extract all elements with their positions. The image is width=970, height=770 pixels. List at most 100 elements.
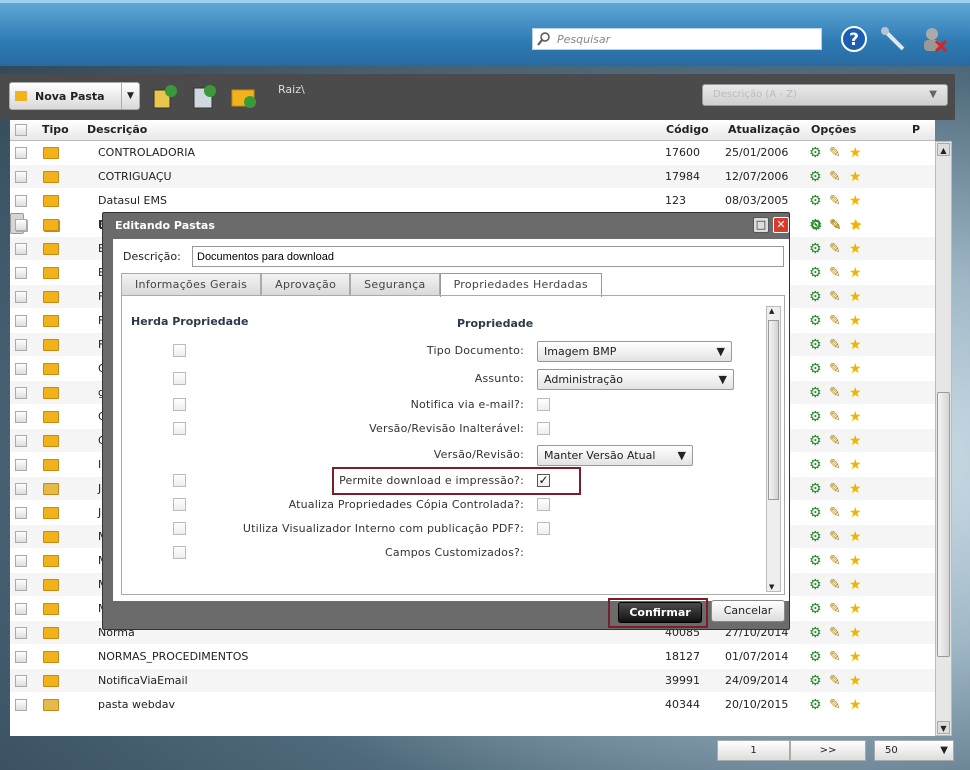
favorite-star-icon[interactable]: ★ — [849, 193, 865, 209]
favorite-star-icon[interactable]: ★ — [849, 241, 865, 257]
versao-inalteravel-checkbox[interactable] — [537, 422, 550, 435]
copy-document-icon[interactable] — [150, 82, 180, 112]
edit-icon[interactable]: ✎ — [829, 649, 845, 665]
description-input[interactable] — [192, 246, 784, 267]
edit-icon[interactable]: ✎ — [829, 169, 845, 185]
properties-icon[interactable]: ⚙ — [809, 265, 825, 281]
next-page-button[interactable]: >> — [790, 740, 866, 761]
tab-propriedades-herdadas[interactable]: Propriedades Herdadas — [439, 273, 602, 297]
col-atualizacao[interactable]: Atualização — [728, 123, 800, 136]
edit-icon[interactable]: ✎ — [829, 433, 845, 449]
tab-informacoes-gerais[interactable]: Informações Gerais — [121, 273, 262, 296]
edit-icon[interactable]: ✎ — [829, 337, 845, 353]
inherit-checkbox[interactable] — [173, 398, 186, 411]
inherit-checkbox[interactable] — [173, 546, 186, 559]
inherit-checkbox[interactable] — [173, 522, 186, 535]
table-row[interactable]: pasta webdav 40344 20/10/2015 ⚙ ✎ ★ — [10, 693, 935, 717]
scroll-down-arrow[interactable]: ▼ — [769, 583, 774, 591]
edit-icon[interactable]: ✎ — [829, 289, 845, 305]
cancel-button[interactable]: Cancelar — [711, 600, 785, 622]
tab-aprovacao[interactable]: Aprovação — [261, 273, 351, 296]
properties-icon[interactable]: ⚙ — [809, 313, 825, 329]
scroll-thumb[interactable] — [937, 392, 950, 657]
favorite-star-icon[interactable]: ★ — [849, 337, 865, 353]
inherit-checkbox[interactable] — [173, 474, 186, 487]
table-scrollbar[interactable]: ▲ ▼ — [935, 141, 952, 736]
row-checkbox[interactable] — [15, 579, 27, 591]
page-number[interactable]: 1 — [717, 740, 790, 761]
properties-icon[interactable]: ⚙ — [809, 361, 825, 377]
properties-icon[interactable]: ⚙ — [809, 649, 825, 665]
row-checkbox[interactable] — [15, 171, 27, 183]
favorite-star-icon[interactable]: ★ — [849, 649, 865, 665]
properties-icon[interactable]: ⚙ — [809, 697, 825, 713]
new-folder-button[interactable]: Nova Pasta ▼ — [9, 82, 140, 110]
settings-icon[interactable] — [879, 25, 907, 53]
col-descricao[interactable]: Descrição — [87, 123, 147, 136]
row-checkbox[interactable] — [15, 555, 27, 567]
favorite-star-icon[interactable]: ★ — [849, 625, 865, 641]
favorite-star-icon[interactable]: ★ — [849, 313, 865, 329]
order-select[interactable]: Descrição (A - Z) ▼ — [702, 84, 948, 106]
notifica-email-checkbox[interactable] — [537, 398, 550, 411]
row-checkbox[interactable] — [15, 531, 27, 543]
edit-icon[interactable]: ✎ — [829, 361, 845, 377]
tipo-documento-select[interactable]: Imagem BMP ▼ — [537, 341, 732, 362]
edit-icon[interactable]: ✎ — [829, 577, 845, 593]
edit-icon[interactable]: ✎ — [829, 625, 845, 641]
table-row[interactable]: NORMAS_PROCEDIMENTOS 18127 01/07/2014 ⚙ ✎ ★ — [10, 645, 935, 669]
scroll-thumb[interactable] — [768, 320, 779, 500]
row-checkbox[interactable] — [15, 411, 27, 423]
row-checkbox[interactable] — [15, 315, 27, 327]
properties-icon[interactable]: ⚙ — [809, 601, 825, 617]
select-all-checkbox[interactable] — [15, 124, 27, 136]
scroll-down-arrow[interactable]: ▼ — [937, 721, 950, 734]
row-description[interactable]: NORMAS_PROCEDIMENTOS — [98, 650, 248, 663]
close-icon[interactable]: ✕ — [773, 217, 789, 233]
edit-icon[interactable]: ✎ — [829, 409, 845, 425]
inherit-checkbox[interactable] — [173, 498, 186, 511]
properties-icon[interactable]: ⚙ — [809, 193, 825, 209]
favorite-star-icon[interactable]: ★ — [849, 433, 865, 449]
favorite-star-icon[interactable]: ★ — [849, 265, 865, 281]
visualizador-pdf-checkbox[interactable] — [537, 522, 550, 535]
favorite-star-icon[interactable]: ★ — [849, 169, 865, 185]
help-icon[interactable]: ? — [840, 25, 868, 53]
row-checkbox[interactable] — [15, 507, 27, 519]
inherit-checkbox[interactable] — [173, 422, 186, 435]
favorite-star-icon[interactable]: ★ — [849, 577, 865, 593]
panel-scrollbar[interactable]: ▲ ▼ — [766, 306, 781, 592]
row-description[interactable]: NotificaViaEmail — [98, 674, 188, 687]
properties-icon[interactable]: ⚙ — [809, 553, 825, 569]
row-checkbox[interactable] — [15, 243, 27, 255]
favorite-star-icon[interactable]: ★ — [849, 145, 865, 161]
properties-icon[interactable]: ⚙ — [809, 385, 825, 401]
breadcrumb[interactable]: Raiz\ — [278, 83, 305, 96]
row-checkbox[interactable] — [15, 291, 27, 303]
edit-icon[interactable]: ✎ — [829, 217, 845, 233]
scroll-up-arrow[interactable]: ▲ — [937, 143, 950, 156]
row-checkbox[interactable] — [15, 339, 27, 351]
properties-icon[interactable]: ⚙ — [809, 457, 825, 473]
edit-icon[interactable]: ✎ — [829, 385, 845, 401]
inherit-checkbox[interactable] — [173, 372, 186, 385]
favorite-star-icon[interactable]: ★ — [849, 217, 865, 233]
edit-icon[interactable]: ✎ — [829, 505, 845, 521]
edit-icon[interactable]: ✎ — [829, 265, 845, 281]
favorite-star-icon[interactable]: ★ — [849, 553, 865, 569]
favorite-star-icon[interactable]: ★ — [849, 409, 865, 425]
row-checkbox[interactable] — [15, 603, 27, 615]
edit-icon[interactable]: ✎ — [829, 241, 845, 257]
favorite-star-icon[interactable]: ★ — [849, 673, 865, 689]
row-checkbox[interactable] — [15, 363, 27, 375]
row-checkbox[interactable] — [15, 483, 27, 495]
col-tipo[interactable]: Tipo — [42, 123, 69, 136]
tab-seguranca[interactable]: Segurança — [350, 273, 440, 296]
properties-icon[interactable]: ⚙ — [809, 169, 825, 185]
edit-icon[interactable]: ✎ — [829, 457, 845, 473]
edit-icon[interactable]: ✎ — [829, 145, 845, 161]
row-description[interactable]: pasta webdav — [98, 698, 175, 711]
properties-icon[interactable]: ⚙ — [809, 409, 825, 425]
properties-icon[interactable]: ⚙ — [809, 481, 825, 497]
favorite-star-icon[interactable]: ★ — [849, 481, 865, 497]
